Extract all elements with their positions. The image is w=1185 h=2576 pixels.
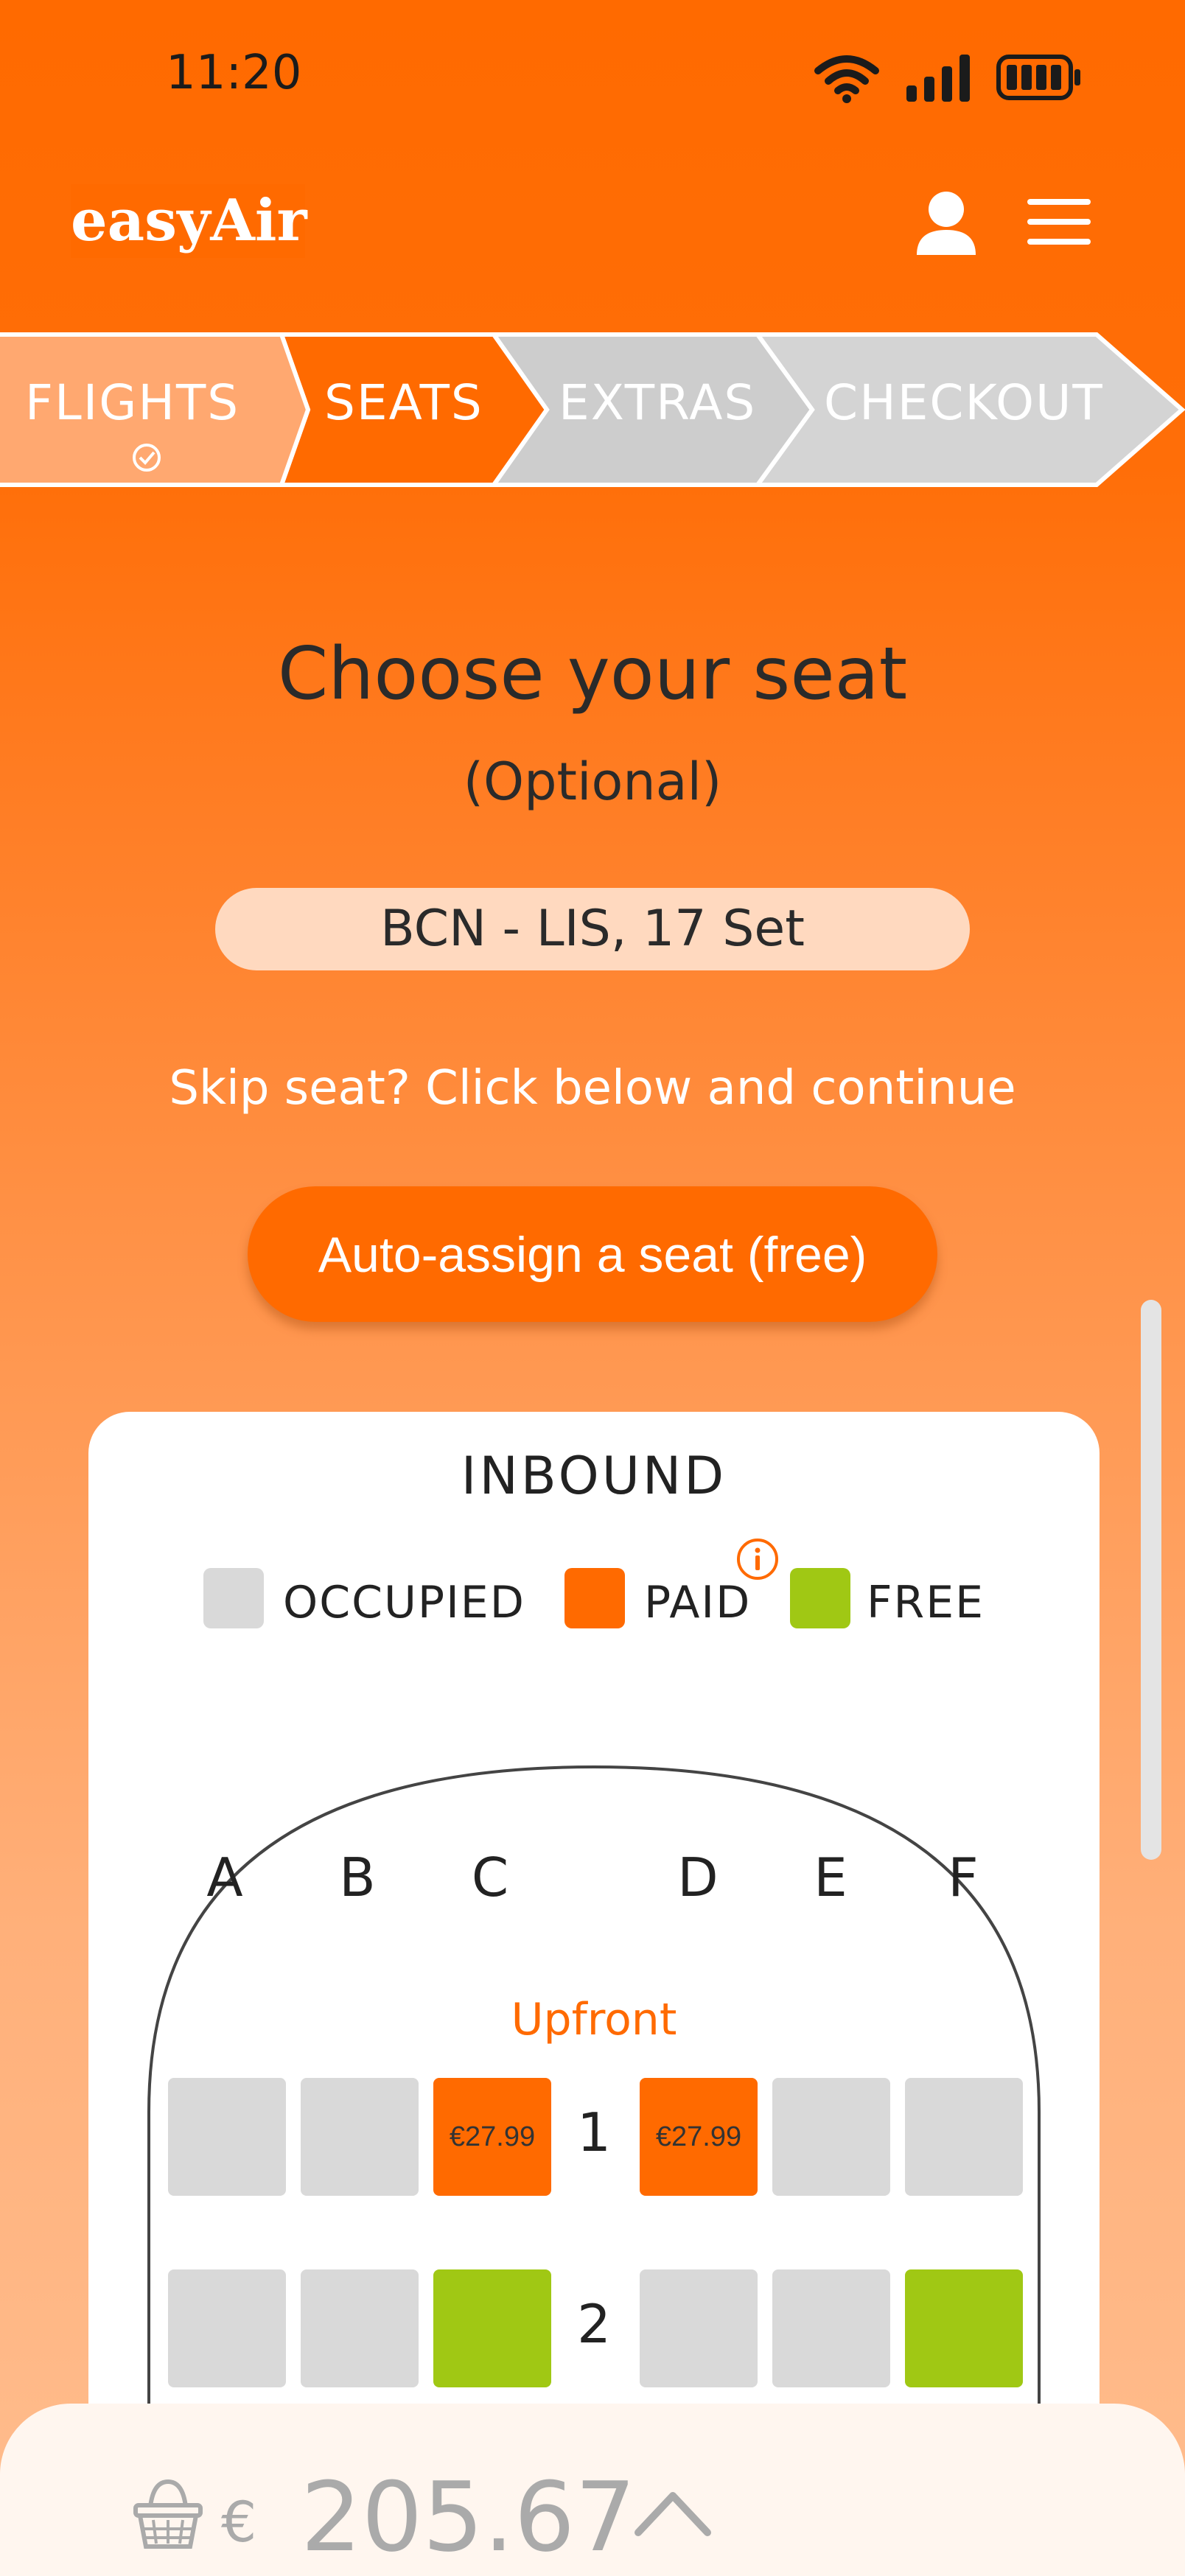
seat-1c[interactable]: €27.99	[433, 2078, 551, 2196]
signal-icon	[906, 55, 970, 102]
seat-2a	[168, 2269, 286, 2387]
page-subtitle: (Optional)	[463, 752, 722, 812]
brand-logo[interactable]: easyAir	[71, 184, 307, 258]
legend-free-swatch	[790, 1568, 850, 1628]
seat-legend: OCCUPIED PAID FREE	[88, 1568, 1100, 1634]
basket-icon[interactable]	[131, 2477, 205, 2551]
flight-direction-title: INBOUND	[461, 1446, 727, 1506]
row-number-2: 2	[577, 2293, 611, 2355]
legend-free-label: FREE	[867, 1577, 985, 1628]
page-title: Choose your seat	[277, 632, 908, 716]
wifi-icon	[814, 55, 879, 103]
row-number-1: 1	[577, 2101, 611, 2163]
column-label-d: D	[677, 1847, 719, 1908]
booking-stepper: FLIGHTS SEATS EXTRAS CHECKOUT	[0, 332, 1185, 488]
step-extras: EXTRAS	[559, 374, 757, 431]
seat-2d	[640, 2269, 758, 2387]
seatmap-card: INBOUND OCCUPIED PAID FREE A B C D E F U…	[88, 1412, 1100, 2561]
seat-2c[interactable]	[433, 2269, 551, 2387]
status-icons	[814, 52, 1082, 103]
seat-2b	[301, 2269, 419, 2387]
legend-paid-label: PAID	[644, 1577, 752, 1628]
section-label: Upfront	[511, 1994, 677, 2045]
seat-1d[interactable]: €27.99	[640, 2078, 758, 2196]
column-label-f: F	[948, 1847, 979, 1908]
scrollbar[interactable]	[1141, 1300, 1161, 1860]
info-icon[interactable]	[735, 1537, 780, 1581]
basket-currency: €	[221, 2489, 257, 2555]
step-flights[interactable]: FLIGHTS	[25, 374, 240, 431]
battery-icon	[996, 55, 1080, 100]
seat-1a	[168, 2078, 286, 2196]
check-circle-icon	[133, 444, 161, 472]
skip-seat-text: Skip seat? Click below and continue	[169, 1061, 1016, 1116]
user-account-icon[interactable]	[915, 190, 977, 255]
legend-paid-swatch	[564, 1568, 625, 1628]
seat-1e	[772, 2078, 890, 2196]
status-time: 11:20	[166, 46, 302, 100]
chevron-up-icon[interactable]	[632, 2487, 713, 2538]
column-label-e: E	[814, 1847, 847, 1908]
column-label-a: A	[206, 1847, 243, 1908]
step-checkout: CHECKOUT	[824, 374, 1104, 431]
basket-total: 205.67	[301, 2461, 636, 2573]
legend-occupied-label: OCCUPIED	[283, 1577, 525, 1628]
auto-assign-seat-button[interactable]: Auto-assign a seat (free)	[248, 1186, 937, 1322]
route-badge: BCN - LIS, 17 Set	[215, 888, 970, 970]
seat-1b	[301, 2078, 419, 2196]
seat-1f	[905, 2078, 1023, 2196]
hamburger-menu-icon[interactable]	[1027, 199, 1091, 245]
seat-2f[interactable]	[905, 2269, 1023, 2387]
column-label-b: B	[339, 1847, 376, 1908]
seat-2e	[772, 2269, 890, 2387]
column-label-c: C	[471, 1847, 509, 1908]
step-seats[interactable]: SEATS	[324, 374, 483, 431]
legend-occupied-swatch	[203, 1568, 264, 1628]
